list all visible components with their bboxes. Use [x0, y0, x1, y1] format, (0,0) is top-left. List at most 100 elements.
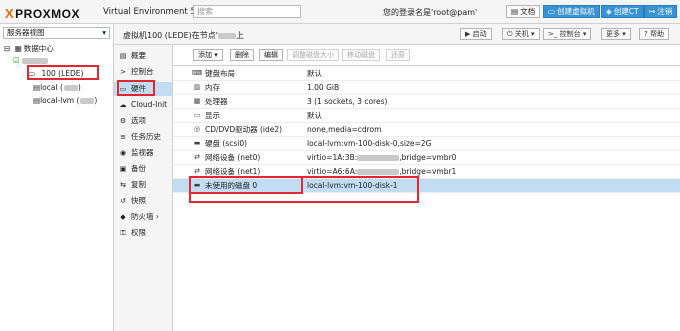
menu-item-label: 备份: [131, 164, 146, 173]
vm-title-prefix: 虚拟机100 (LEDE)在节点': [123, 31, 218, 40]
cdrom-icon: ◎: [193, 125, 201, 133]
tree-storage-lvm[interactable]: ▤local-lvm (): [33, 95, 97, 107]
harddisk-icon: ▬: [193, 139, 201, 147]
revert-button[interactable]: 还原: [386, 49, 410, 61]
tree-datacenter-label: 数据中心: [23, 44, 54, 53]
hardware-row-net1[interactable]: ⇄ 网络设备 (net1) virtio=A6:6A: ,bridge=vmbr1: [173, 165, 680, 179]
hardware-toolbar: 添加 ▾ 删除 编辑 调整磁盘大小 移动磁盘 还原: [173, 45, 680, 66]
menu-item-hardware[interactable]: ▭ 硬件: [114, 82, 172, 96]
row-key: 处理器: [205, 97, 228, 106]
tree-vm-label: 100 (LEDE): [41, 69, 84, 78]
collapse-icon: ⊟: [4, 44, 11, 53]
book-icon: ▤: [511, 7, 519, 16]
menu-item-snapshot[interactable]: ↺ 快照: [118, 194, 170, 208]
logout-button[interactable]: ↦ 注销: [644, 5, 678, 18]
menu-item-label: 硬件: [131, 84, 146, 93]
create-ct-button[interactable]: ◈ 创建CT: [601, 5, 644, 18]
hardware-row-cpu[interactable]: ▦ 处理器 3 (1 sockets, 3 cores): [173, 95, 680, 109]
hardware-row-memory[interactable]: ▥ 内存 1.00 GiB: [173, 81, 680, 95]
row-value: local-lvm:vm-100-disk-0,size=2G: [307, 139, 432, 148]
start-label: 启动: [472, 30, 487, 38]
row-value: virtio=A6:6A: ,bridge=vmbr1: [307, 165, 456, 178]
vm-icon: ▭: [28, 69, 36, 78]
menu-item-label: 概要: [131, 51, 146, 60]
resize-disk-label: 调整磁盘大小: [292, 51, 334, 59]
add-button[interactable]: 添加 ▾: [193, 49, 223, 61]
edit-label: 编辑: [264, 51, 278, 59]
node-name-redacted: [217, 32, 236, 39]
hardware-row-net0[interactable]: ⇄ 网络设备 (net0) virtio=1A:3B: ,bridge=vmbr0: [173, 151, 680, 165]
docs-button[interactable]: ▤ 文档: [506, 5, 541, 18]
move-disk-label: 移动磁盘: [347, 51, 375, 59]
view-selector[interactable]: 服务器视图 ▾: [3, 27, 110, 39]
unlock-icon: ⚿: [120, 229, 126, 237]
row-value: 1.00 GiB: [307, 83, 340, 92]
menu-item-options[interactable]: ⚙ 选项: [118, 114, 170, 128]
menu-item-console[interactable]: > 控制台: [118, 65, 170, 79]
logo-mark: X: [5, 6, 15, 21]
start-button[interactable]: ▶ 启动: [460, 28, 492, 40]
chevron-down-icon: ▾: [214, 51, 218, 59]
logout-icon: ↦: [649, 7, 656, 16]
create-vm-button[interactable]: ▭ 创建虚拟机: [543, 5, 600, 18]
redacted-text: [80, 98, 95, 104]
resize-disk-button[interactable]: 调整磁盘大小: [287, 49, 339, 61]
row-key: 网络设备 (net1): [205, 167, 261, 176]
network-icon: ⇄: [194, 167, 200, 175]
proxmox-logo[interactable]: XPROXMOX: [5, 6, 80, 21]
tree-node[interactable]: ☑: [13, 55, 49, 67]
more-button[interactable]: 更多 ▾: [601, 28, 631, 40]
network-icon: ⇄: [194, 153, 200, 161]
keyboard-icon: ⌨: [192, 69, 203, 77]
hardware-row-display[interactable]: ▭ 显示 默认: [173, 109, 680, 123]
row-value: none,media=cdrom: [307, 125, 382, 134]
row-key: CD/DVD驱动器 (ide2): [205, 125, 283, 134]
hardware-row-cdrom[interactable]: ◎ CD/DVD驱动器 (ide2) none,media=cdrom: [173, 123, 680, 137]
menu-item-label: 权限: [131, 228, 146, 237]
hardware-row-keyboard[interactable]: ⌨ 键盘布局 默认: [173, 67, 680, 81]
monitor-icon: ▭: [119, 85, 127, 93]
revert-label: 还原: [391, 51, 405, 59]
search-input[interactable]: 搜索: [193, 5, 301, 18]
menu-item-firewall[interactable]: ◆ 防火墙 ›: [118, 210, 170, 224]
menu-item-monitor[interactable]: ◉ 监视器: [118, 146, 170, 160]
tree-datacenter[interactable]: ⊟ ▦ 数据中心: [4, 43, 54, 55]
vm-title-suffix: 上: [235, 31, 244, 40]
top-bar: XPROXMOX Virtual Environment 5.3-8 搜索 您的…: [0, 0, 680, 24]
menu-item-permissions[interactable]: ⚿ 权限: [118, 226, 170, 240]
menu-item-backup[interactable]: ▣ 备份: [118, 162, 170, 176]
create-ct-label: 创建CT: [613, 7, 639, 16]
harddisk-icon: ▬: [193, 181, 201, 189]
menu-item-replication[interactable]: ⇆ 复制: [118, 178, 170, 192]
remove-label: 删除: [235, 51, 249, 59]
user-label: 您的登录名是'root@pam': [383, 8, 478, 17]
menu-item-cloud-init[interactable]: ☁ Cloud-Init: [118, 98, 170, 112]
tree-storage-local-label: local (: [40, 83, 63, 92]
chevron-down-icon: ▾: [582, 30, 587, 38]
menu-item-label: 防火墙: [131, 212, 154, 221]
tree-storage-local[interactable]: ▤local (): [33, 82, 81, 94]
shutdown-button[interactable]: ⏻ 关机 ▾: [502, 28, 540, 40]
vm-header: 虚拟机100 (LEDE)在节点' 上 ▶ 启动 ⏻ 关机 ▾ >_ 控制台 ▾ …: [114, 24, 680, 45]
hardware-row-harddisk[interactable]: ▬ 硬盘 (scsi0) local-lvm:vm-100-disk-0,size=…: [173, 137, 680, 151]
retweet-icon: ⇆: [120, 181, 126, 189]
edit-button[interactable]: 编辑: [259, 49, 283, 61]
menu-item-label: 控制台: [131, 67, 154, 76]
summary-icon: ▤: [119, 52, 127, 60]
vm-menu: ▤ 概要 > 控制台 ▭ 硬件 ☁ Cloud-Init ⚙ 选项 ≡ 任务历史 ◉ 监视器 …: [114, 45, 173, 331]
hardware-row-unused-disk[interactable]: ▬ 未使用的磁盘 0 local-lvm:vm-100-disk-1: [173, 179, 680, 193]
row-value: local-lvm:vm-100-disk-1: [307, 181, 398, 190]
help-button[interactable]: ? 帮助: [639, 28, 669, 40]
menu-item-task-history[interactable]: ≡ 任务历史: [118, 130, 170, 144]
floppy-icon: ▣: [119, 165, 127, 173]
remove-button[interactable]: 删除: [230, 49, 254, 61]
move-disk-button[interactable]: 移动磁盘: [342, 49, 380, 61]
menu-item-label: 监视器: [131, 148, 154, 157]
console-button[interactable]: >_ 控制台 ▾: [543, 28, 592, 40]
play-icon: ▶: [465, 30, 471, 38]
history-icon: ↺: [120, 197, 126, 205]
menu-item-summary[interactable]: ▤ 概要: [118, 49, 170, 63]
menu-item-label: 任务历史: [131, 132, 161, 141]
tree-vm-100[interactable]: ▭ 100 (LEDE): [28, 68, 96, 80]
shutdown-label: 关机: [514, 30, 529, 38]
